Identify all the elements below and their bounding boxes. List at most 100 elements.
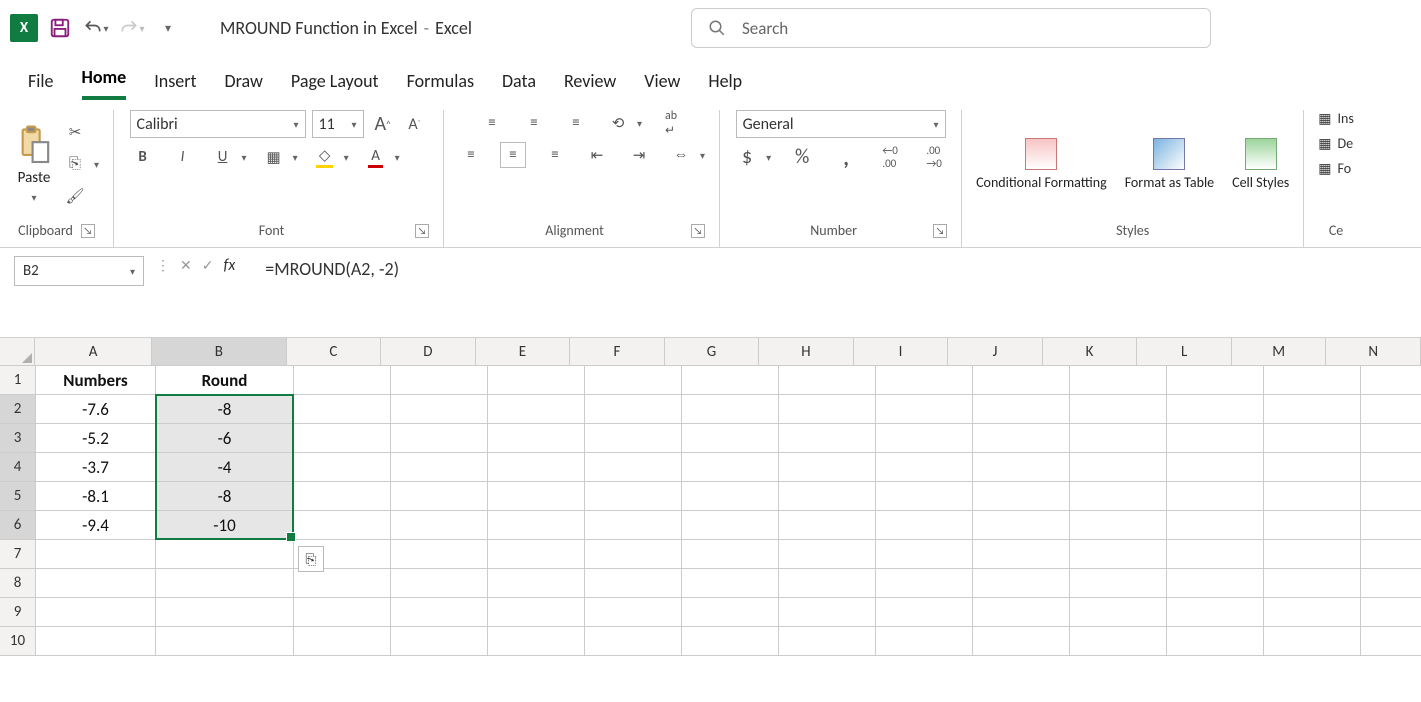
cell[interactable] <box>294 598 391 627</box>
cell[interactable] <box>779 598 876 627</box>
cell[interactable] <box>876 569 973 598</box>
cell[interactable] <box>156 627 294 656</box>
tab-file[interactable]: File <box>28 70 54 100</box>
increase-decimal-button[interactable]: ←0.00 <box>877 144 903 170</box>
col-header-H[interactable]: H <box>759 338 854 366</box>
cell[interactable] <box>1361 482 1421 511</box>
cell[interactable] <box>585 511 682 540</box>
cell[interactable] <box>585 395 682 424</box>
col-header-A[interactable]: A <box>35 338 152 366</box>
cell-A6[interactable]: -9.4 <box>36 511 156 540</box>
cell-B4[interactable]: -4 <box>156 453 294 482</box>
cell[interactable] <box>1361 511 1421 540</box>
cell[interactable] <box>682 424 779 453</box>
cell[interactable] <box>1361 424 1421 453</box>
cell[interactable] <box>488 511 585 540</box>
font-launcher[interactable]: ↘ <box>415 224 429 238</box>
cell[interactable] <box>1167 511 1264 540</box>
comma-button[interactable]: , <box>833 144 859 170</box>
cell[interactable] <box>294 482 391 511</box>
cell[interactable] <box>682 366 779 395</box>
align-right-button[interactable]: ≡ <box>542 142 568 168</box>
cell[interactable] <box>488 395 585 424</box>
decrease-indent-button[interactable]: ⇤ <box>584 142 610 168</box>
row-header-4[interactable]: 4 <box>0 453 36 482</box>
col-header-I[interactable]: I <box>854 338 949 366</box>
cell[interactable] <box>682 453 779 482</box>
cell[interactable] <box>488 453 585 482</box>
borders-button[interactable]: ▦ <box>261 144 287 170</box>
percent-button[interactable]: % <box>789 144 815 170</box>
save-button[interactable] <box>46 14 74 42</box>
cell[interactable] <box>1167 395 1264 424</box>
cell[interactable] <box>779 482 876 511</box>
row-header-3[interactable]: 3 <box>0 424 36 453</box>
cell[interactable] <box>391 482 488 511</box>
cell[interactable] <box>1264 453 1361 482</box>
cell[interactable] <box>1070 482 1167 511</box>
cell[interactable] <box>294 395 391 424</box>
wrap-text-button[interactable]: ab↵ <box>658 110 684 136</box>
cell[interactable] <box>391 627 488 656</box>
cell[interactable] <box>1070 540 1167 569</box>
cell[interactable] <box>682 482 779 511</box>
cancel-formula-icon[interactable]: ✕ <box>180 257 192 274</box>
cell[interactable] <box>1264 540 1361 569</box>
redo-button[interactable]: ▾ <box>118 14 146 42</box>
cell-B1[interactable]: Round <box>156 366 294 395</box>
fill-color-button[interactable]: ◇ <box>312 144 338 170</box>
cell[interactable] <box>876 424 973 453</box>
cell[interactable] <box>876 453 973 482</box>
cell[interactable] <box>294 511 391 540</box>
cell[interactable] <box>1361 540 1421 569</box>
cell[interactable] <box>1167 598 1264 627</box>
font-color-button[interactable]: A <box>363 144 389 170</box>
row-header-7[interactable]: 7 <box>0 540 36 569</box>
cell[interactable] <box>1167 366 1264 395</box>
cell[interactable] <box>779 540 876 569</box>
name-box[interactable]: B2▾ <box>14 256 144 286</box>
conditional-formatting-button[interactable]: Conditional Formatting <box>976 138 1107 191</box>
cell[interactable] <box>391 598 488 627</box>
cell-B2[interactable]: -8 <box>156 395 294 424</box>
align-middle-button[interactable]: ≡ <box>521 110 547 136</box>
cell[interactable] <box>488 540 585 569</box>
cell[interactable] <box>294 627 391 656</box>
cell[interactable] <box>1167 482 1264 511</box>
cell[interactable] <box>973 482 1070 511</box>
format-as-table-button[interactable]: Format as Table <box>1125 138 1214 191</box>
cell[interactable] <box>488 482 585 511</box>
cell[interactable] <box>682 540 779 569</box>
shrink-font-button[interactable]: Aˇ <box>402 111 428 137</box>
italic-button[interactable]: I <box>170 144 196 170</box>
row-header-5[interactable]: 5 <box>0 482 36 511</box>
cell[interactable] <box>779 424 876 453</box>
cell[interactable] <box>488 424 585 453</box>
cell[interactable] <box>36 569 156 598</box>
copy-button[interactable]: ⎘ <box>62 151 88 177</box>
cell[interactable] <box>585 424 682 453</box>
cell[interactable] <box>973 540 1070 569</box>
cell[interactable] <box>1070 598 1167 627</box>
cell[interactable] <box>779 627 876 656</box>
row-header-6[interactable]: 6 <box>0 511 36 540</box>
undo-button[interactable]: ▾ <box>82 14 110 42</box>
cell[interactable] <box>156 598 294 627</box>
cell[interactable] <box>585 598 682 627</box>
cell[interactable] <box>876 395 973 424</box>
cell[interactable] <box>779 366 876 395</box>
orientation-button[interactable]: ⟲ <box>605 110 631 136</box>
cell[interactable] <box>973 569 1070 598</box>
formula-menu-icon[interactable]: ⋮ <box>156 257 170 274</box>
cell[interactable] <box>585 569 682 598</box>
cell[interactable] <box>973 453 1070 482</box>
cell[interactable] <box>391 569 488 598</box>
select-all-corner[interactable] <box>0 338 35 366</box>
underline-button[interactable]: U <box>210 144 236 170</box>
col-header-K[interactable]: K <box>1043 338 1138 366</box>
delete-button[interactable]: ▦ De <box>1318 135 1353 152</box>
row-header-10[interactable]: 10 <box>0 627 36 656</box>
enter-formula-icon[interactable]: ✓ <box>202 257 214 274</box>
cell[interactable] <box>488 366 585 395</box>
cell[interactable] <box>973 627 1070 656</box>
